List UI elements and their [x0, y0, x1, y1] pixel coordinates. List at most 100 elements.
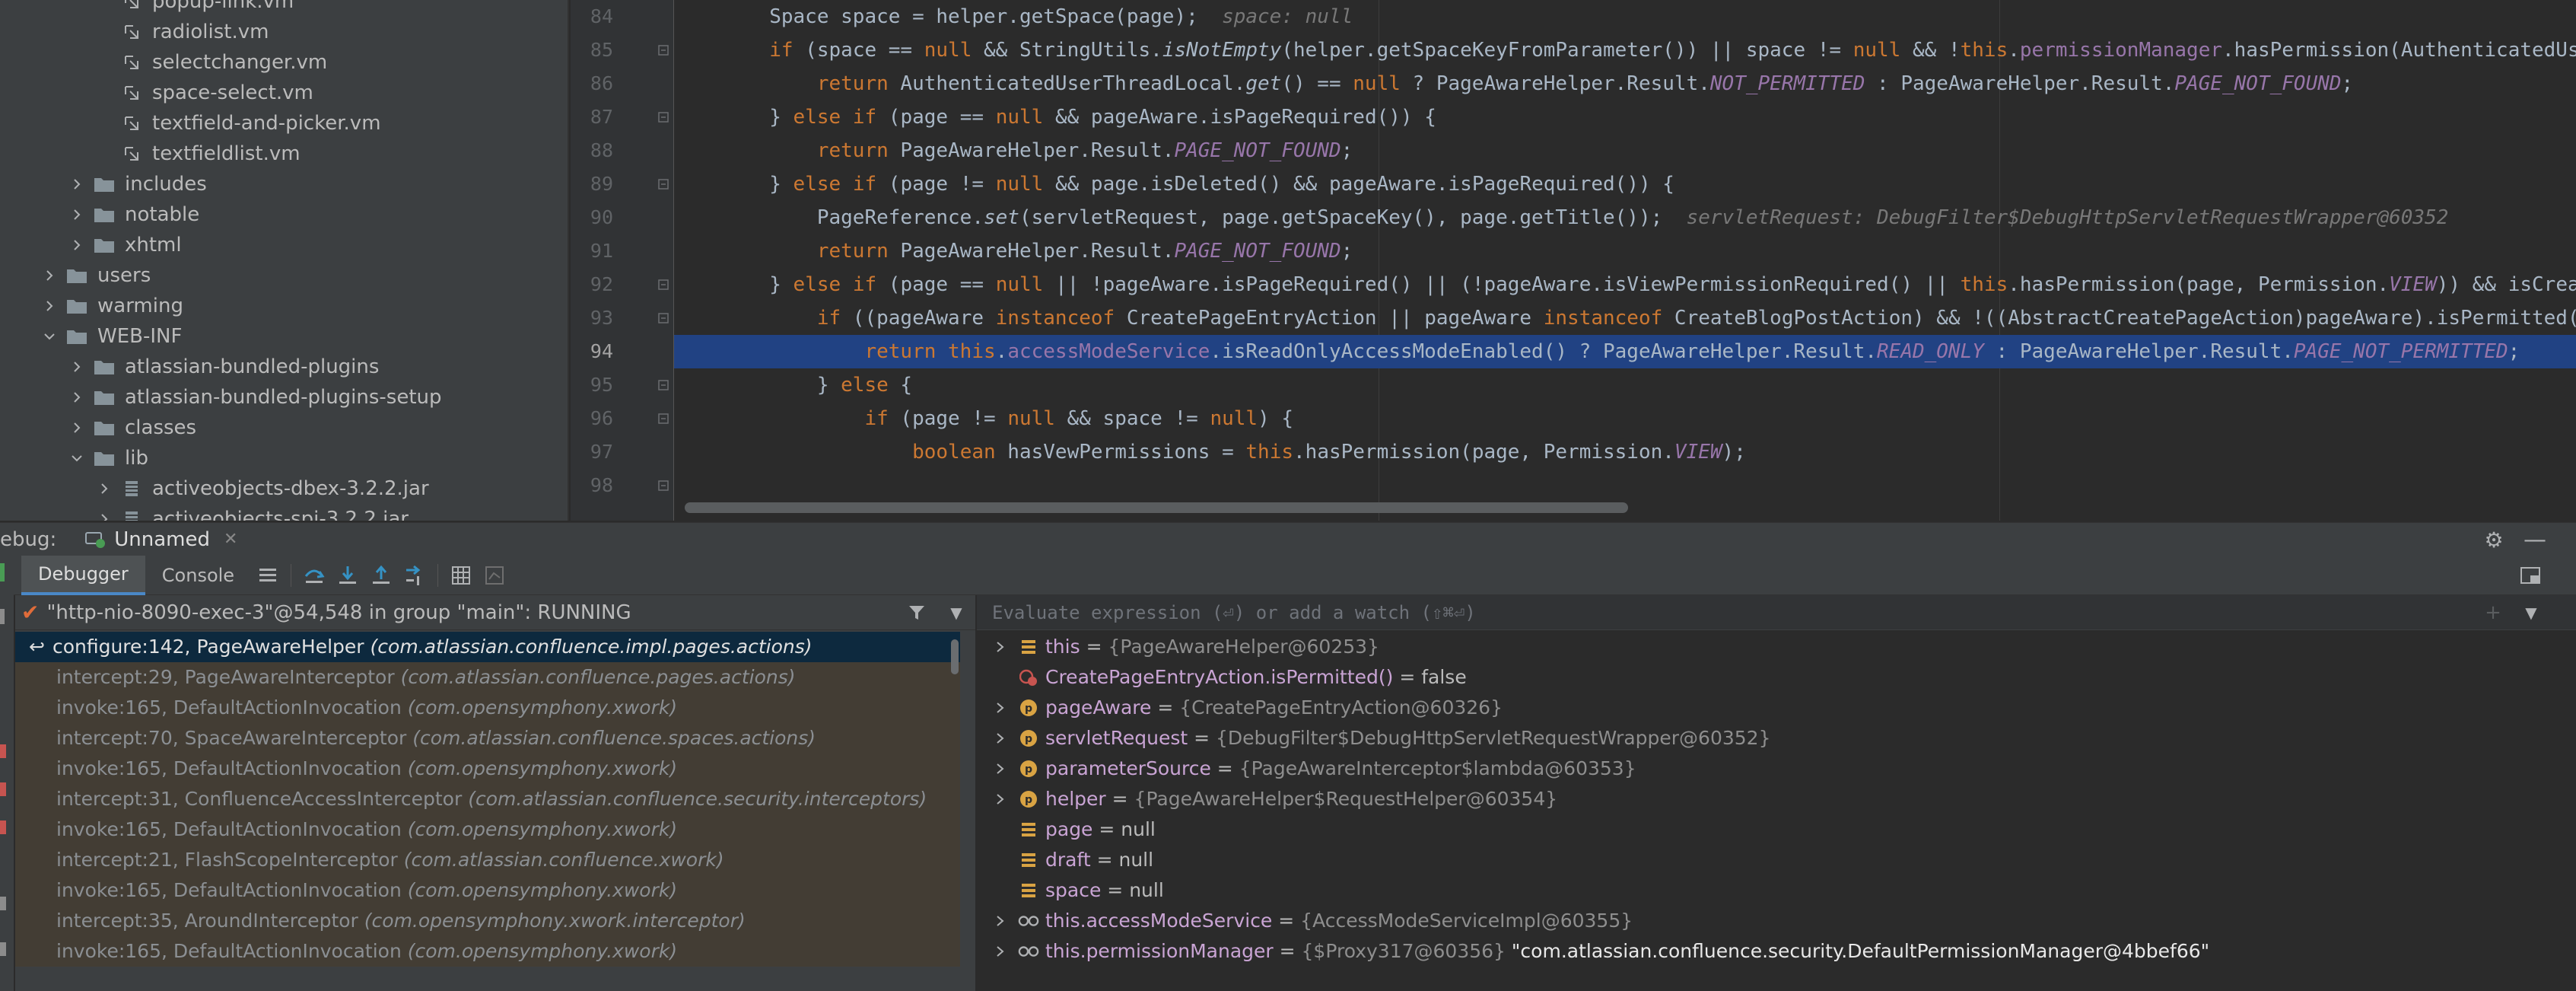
line-number[interactable]: 95	[571, 368, 613, 402]
fold-marker-icon[interactable]	[657, 44, 669, 56]
tab-console[interactable]: Console	[145, 556, 251, 595]
code-line-90[interactable]: PageReference.set(servletRequest, page.g…	[674, 201, 2576, 234]
add-watch-icon[interactable]: +	[2482, 601, 2504, 624]
variable-row[interactable]: p servletRequest = {DebugFilter$DebugHttp…	[977, 723, 2576, 754]
code-line-84[interactable]: Space space = helper.getSpace(page); spa…	[674, 0, 2576, 33]
tree-item[interactable]: atlassian-bundled-plugins-setup	[68, 382, 442, 413]
frame-row[interactable]: invoke:165, DefaultActionInvocation (com…	[15, 754, 960, 784]
chevron-right-icon[interactable]	[96, 480, 113, 497]
chevron-right-icon[interactable]	[992, 915, 1009, 927]
chevron-right-icon[interactable]	[68, 206, 85, 223]
pause-icon[interactable]	[0, 609, 5, 624]
line-number[interactable]: 94	[571, 335, 613, 368]
frame-row[interactable]: invoke:165, DefaultActionInvocation (com…	[15, 693, 960, 723]
fold-marker-icon[interactable]	[657, 279, 669, 291]
tree-item[interactable]: textfieldlist.vm	[96, 139, 301, 169]
evaluate-expression-icon[interactable]	[444, 559, 478, 592]
fold-marker-icon[interactable]	[657, 178, 669, 190]
tree-item[interactable]: xhtml	[68, 230, 182, 260]
evaluate-expression-field[interactable]: Evaluate expression (⏎) or add a watch (…	[977, 595, 2576, 630]
hide-panel-icon[interactable]: —	[2523, 527, 2547, 553]
tree-item[interactable]: activeobjects-spi-3.2.2.jar	[96, 504, 409, 521]
frames-scrollbar[interactable]	[951, 639, 959, 674]
chevron-right-icon[interactable]	[992, 702, 1009, 714]
layout-menu-icon[interactable]	[251, 559, 285, 592]
frame-row[interactable]: intercept:35, AroundInterceptor (com.ope…	[15, 906, 960, 936]
fold-marker-icon[interactable]	[657, 413, 669, 425]
chevron-right-icon[interactable]	[992, 793, 1009, 805]
line-number[interactable]: 88	[571, 134, 613, 167]
tree-item[interactable]: atlassian-bundled-plugins	[68, 352, 379, 382]
step-over-icon[interactable]	[297, 559, 331, 592]
line-number[interactable]: 91	[571, 234, 613, 268]
fold-marker-icon[interactable]	[657, 480, 669, 492]
chevron-right-icon[interactable]	[96, 511, 113, 521]
line-number[interactable]: 97	[571, 435, 613, 469]
trace-stream-icon[interactable]	[478, 559, 511, 592]
snapshot-icon[interactable]	[0, 897, 6, 910]
chevron-right-icon[interactable]	[992, 641, 1009, 653]
variable-row[interactable]: page = null	[977, 814, 2576, 845]
view-breakpoints-icon[interactable]	[0, 782, 6, 796]
line-number[interactable]: 85	[571, 33, 613, 67]
code-line-88[interactable]: return PageAwareHelper.Result.PAGE_NOT_F…	[674, 134, 2576, 167]
tree-item[interactable]: radiolist.vm	[96, 17, 269, 47]
variable-row[interactable]: p parameterSource = {PageAwareInterceptor…	[977, 754, 2576, 784]
variable-row[interactable]: this.permissionManager = {$Proxy317@6035…	[977, 936, 2576, 967]
chevron-right-icon[interactable]	[992, 763, 1009, 775]
project-tree[interactable]: popup-link.vm radiolist.vm selectchanger.v…	[0, 0, 569, 521]
variable-row[interactable]: draft = null	[977, 845, 2576, 875]
line-number[interactable]: 84	[571, 0, 613, 33]
frame-row[interactable]: intercept:21, FlashScopeInterceptor (com…	[15, 845, 960, 875]
close-tab-icon[interactable]: ✕	[224, 530, 237, 549]
editor-horizontal-scrollbar[interactable]	[685, 502, 1628, 513]
tree-item[interactable]: WEB-INF	[41, 321, 182, 352]
chevron-right-icon[interactable]	[992, 732, 1009, 744]
variable-row[interactable]: p helper = {PageAwareHelper$RequestHelper…	[977, 784, 2576, 814]
code-editor[interactable]: 84 85 86 87 88 89 90 91 92 93 94 95 96 97 98 Space spa…	[571, 0, 2576, 521]
tree-item[interactable]: lib	[68, 443, 148, 473]
fold-marker-icon[interactable]	[657, 379, 669, 391]
chevron-down-icon[interactable]: ▼	[945, 601, 968, 624]
variable-row[interactable]: this.accessModeService = {AccessModeServ…	[977, 906, 2576, 936]
frames-panel[interactable]: ✔ "http-nio-8090-exec-3"@54,548 in group…	[15, 595, 975, 991]
line-number[interactable]: 96	[571, 402, 613, 435]
tree-item[interactable]: activeobjects-dbex-3.2.2.jar	[96, 473, 429, 504]
line-number[interactable]: 92	[571, 268, 613, 301]
code-line-86[interactable]: return AuthenticatedUserThreadLocal.get(…	[674, 67, 2576, 100]
frame-row[interactable]: intercept:70, SpaceAwareInterceptor (com…	[15, 723, 960, 754]
debug-side-actions[interactable]	[0, 556, 14, 991]
tree-item[interactable]: selectchanger.vm	[96, 47, 327, 78]
restore-layout-icon[interactable]	[2518, 563, 2543, 588]
frame-row[interactable]: invoke:165, DefaultActionInvocation (com…	[15, 875, 960, 906]
code-line-97[interactable]: boolean hasVewPermissions = this.hasPerm…	[674, 435, 2576, 469]
resume-icon[interactable]	[0, 563, 5, 582]
tree-item[interactable]: warming	[41, 291, 183, 321]
chevron-right-icon[interactable]	[992, 945, 1009, 958]
chevron-down-icon[interactable]	[41, 328, 58, 345]
code-line-95[interactable]: } else {	[674, 368, 2576, 402]
line-number[interactable]: 98	[571, 469, 613, 502]
stop-icon[interactable]	[0, 744, 6, 758]
code-line-93[interactable]: if ((pageAware instanceof CreatePageEntr…	[674, 301, 2576, 335]
variable-row[interactable]: p pageAware = {CreatePageEntryAction@6032…	[977, 693, 2576, 723]
filter-icon[interactable]	[905, 601, 928, 624]
code-line-87[interactable]: } else if (page == null && pageAware.isP…	[674, 100, 2576, 134]
settings-gear-icon[interactable]: ⚙	[2482, 527, 2506, 553]
code-line-94-current[interactable]: return this.accessModeService.isReadOnly…	[674, 335, 2576, 368]
pin-tab-icon[interactable]	[0, 942, 6, 956]
line-number[interactable]: 89	[571, 167, 613, 201]
line-number[interactable]: 86	[571, 67, 613, 100]
variable-row[interactable]: CreatePageEntryAction.isPermitted() = fa…	[977, 662, 2576, 693]
frame-row[interactable]: invoke:165, DefaultActionInvocation (com…	[15, 814, 960, 845]
tree-item[interactable]: popup-link.vm	[96, 0, 294, 17]
frame-row[interactable]: intercept:29, PageAwareInterceptor (com.…	[15, 662, 960, 693]
tree-item[interactable]: includes	[68, 169, 207, 199]
tree-item[interactable]: users	[41, 260, 151, 291]
frame-row[interactable]: invoke:165, DefaultActionInvocation (com…	[15, 936, 960, 967]
editor-gutter[interactable]: 84 85 86 87 88 89 90 91 92 93 94 95 96 97 98	[571, 0, 674, 521]
code-line-89[interactable]: } else if (page != null && page.isDelete…	[674, 167, 2576, 201]
tab-debugger[interactable]: Debugger	[21, 555, 145, 595]
tree-item[interactable]: space-select.vm	[96, 78, 313, 108]
mute-breakpoints-icon[interactable]	[0, 821, 6, 834]
